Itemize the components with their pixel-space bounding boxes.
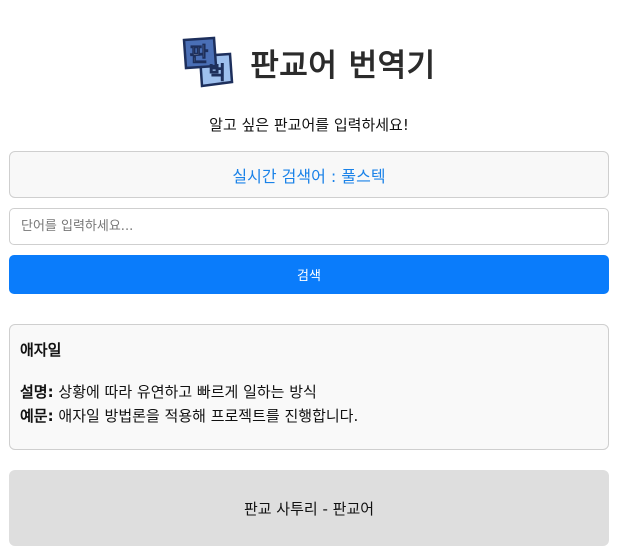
pangyo-logo-icon: 판 벅: [182, 36, 234, 88]
example-label: 예문:: [20, 407, 54, 425]
description-label: 설명:: [20, 383, 54, 401]
app-header: 판 벅 판교어 번역기: [0, 34, 618, 90]
svg-text:판: 판: [190, 42, 209, 66]
subtitle: 알고 싶은 판교어를 입력하세요!: [209, 116, 409, 134]
result-card: 애자일 설명: 상황에 따라 유연하고 빠르게 일하는 방식 예문: 애자일 방…: [9, 324, 609, 450]
example-text: 애자일 방법론을 적용해 프로젝트를 진행합니다.: [58, 407, 359, 425]
footer: 판교 사투리 - 판교어: [9, 470, 609, 546]
result-description: 설명: 상황에 따라 유연하고 빠르게 일하는 방식: [20, 380, 598, 404]
search-button[interactable]: 검색: [9, 255, 609, 294]
page-title: 판교어 번역기: [250, 47, 436, 84]
result-example: 예문: 애자일 방법론을 적용해 프로젝트를 진행합니다.: [20, 404, 598, 428]
realtime-search-banner[interactable]: 실시간 검색어 : 풀스텍: [9, 151, 609, 198]
search-input[interactable]: [9, 208, 609, 245]
description-text: 상황에 따라 유연하고 빠르게 일하는 방식: [58, 383, 317, 401]
result-word: 애자일: [20, 341, 62, 359]
svg-text:벅: 벅: [209, 63, 226, 84]
